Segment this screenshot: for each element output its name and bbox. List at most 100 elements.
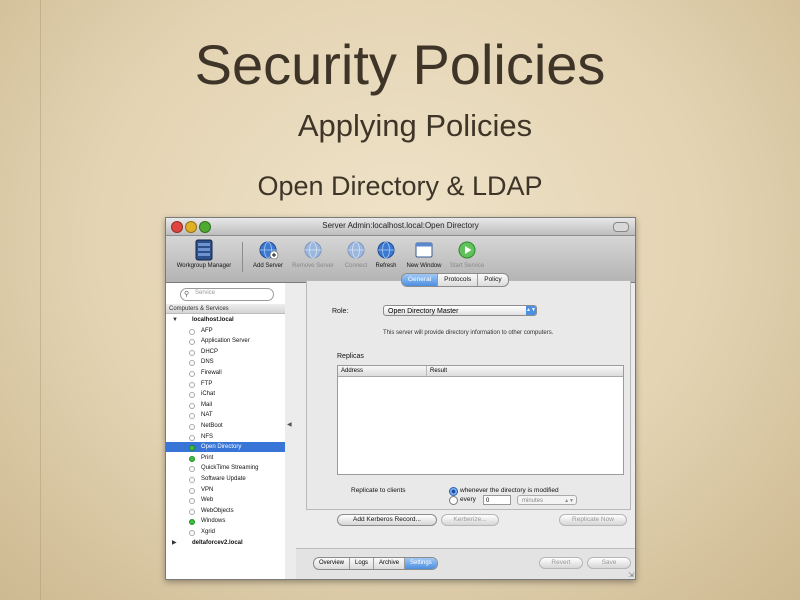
- sidebar-host-deltaforce[interactable]: ▶ deltaforcev2.local: [166, 538, 285, 548]
- service-label: Open Directory: [201, 444, 242, 451]
- sidebar-service-item[interactable]: WebObjects: [166, 506, 285, 516]
- sidebar-service-item[interactable]: Mail: [166, 400, 285, 410]
- service-status-icon: [189, 498, 195, 505]
- service-label: NAT: [201, 412, 213, 419]
- service-label: FTP: [201, 380, 213, 387]
- search-field[interactable]: ⚲ Service: [180, 288, 274, 301]
- add-kerberos-record-button[interactable]: Add Kerberos Record...: [337, 514, 437, 526]
- interval-unit-select[interactable]: minutes ▲▼: [517, 495, 577, 505]
- tab-settings[interactable]: Settings: [405, 558, 437, 569]
- sidebar-service-item[interactable]: Print: [166, 453, 285, 463]
- interval-unit-value: minutes: [522, 498, 544, 504]
- result-column-header[interactable]: Result: [426, 366, 447, 376]
- disclosure-triangle-icon[interactable]: ▶: [172, 538, 177, 548]
- sidebar-service-item[interactable]: FTP: [166, 379, 285, 389]
- workgroup-manager-label: Workgroup Manager: [176, 263, 232, 269]
- service-label: NFS: [201, 433, 213, 440]
- role-select[interactable]: Open Directory Master ▲▼: [383, 305, 537, 316]
- sidebar-service-item[interactable]: DHCP: [166, 347, 285, 357]
- pane-tabs: General Protocols Policy: [401, 273, 509, 287]
- host-label: localhost.local: [192, 317, 234, 323]
- minus-globe-icon: [304, 241, 322, 259]
- service-status-icon: [189, 339, 195, 346]
- service-status-icon: [189, 434, 195, 441]
- service-status-icon: [189, 402, 195, 409]
- service-status-icon: [189, 445, 195, 452]
- radio-whenever-modified[interactable]: [449, 487, 458, 496]
- radio-whenever-modified-label: whenever the directory is modified: [460, 487, 559, 494]
- bottom-bar: Overview Logs Archive Settings Revert Sa…: [296, 548, 635, 579]
- revert-button[interactable]: Revert: [539, 557, 583, 569]
- slide-title: Security Policies: [194, 33, 606, 96]
- service-status-icon: [189, 519, 195, 526]
- service-label: Windows: [201, 518, 226, 525]
- sidebar-service-item[interactable]: AFP: [166, 326, 285, 336]
- service-status-icon: [189, 349, 195, 356]
- slide-subtitle-2: Open Directory & LDAP: [257, 171, 543, 201]
- sidebar-service-item[interactable]: QuickTime Streaming: [166, 463, 285, 473]
- server-rack-icon: [195, 239, 213, 261]
- sidebar-service-item[interactable]: NetBoot: [166, 421, 285, 431]
- service-label: Firewall: [201, 370, 222, 376]
- sidebar-host-localhost[interactable]: ▼ localhost.local: [166, 315, 285, 325]
- sidebar: ⚲ Service Computers & Services ▼ localhos…: [166, 283, 286, 579]
- tab-protocols[interactable]: Protocols: [438, 274, 479, 286]
- sidebar-service-item[interactable]: Application Server: [166, 336, 285, 346]
- radio-every[interactable]: [449, 496, 458, 505]
- service-status-icon: [189, 477, 195, 483]
- tab-overview[interactable]: Overview: [314, 558, 351, 569]
- sidebar-splitter[interactable]: ◀: [285, 283, 295, 579]
- replicas-table-header: Address Result: [338, 366, 623, 377]
- service-status-icon: [189, 360, 195, 367]
- service-status-icon: [189, 392, 195, 399]
- service-label: iChat: [201, 391, 216, 398]
- sidebar-service-item[interactable]: Software Update: [166, 474, 285, 484]
- workgroup-manager-button[interactable]: Workgroup Manager: [174, 238, 234, 269]
- window-icon: [415, 242, 433, 258]
- toolbar-toggle-button[interactable]: [613, 222, 629, 232]
- service-label: Print: [201, 454, 214, 461]
- sidebar-header: Computers & Services: [166, 304, 285, 314]
- service-label: DNS: [201, 359, 214, 366]
- service-label: AFP: [201, 327, 213, 334]
- start-service-label: Start Service: [449, 263, 485, 269]
- service-label: Web: [201, 497, 214, 504]
- sidebar-service-item[interactable]: DNS: [166, 357, 285, 367]
- tab-archive[interactable]: Archive: [374, 558, 406, 569]
- search-placeholder: Service: [195, 290, 216, 296]
- radio-every-label: every: [460, 496, 476, 503]
- replicas-label: Replicas: [337, 353, 364, 360]
- save-button[interactable]: Save: [587, 557, 631, 569]
- resize-grip-icon[interactable]: ⇲: [628, 571, 634, 579]
- bottom-tabs: Overview Logs Archive Settings: [313, 557, 438, 570]
- sidebar-service-item[interactable]: iChat: [166, 389, 285, 399]
- sidebar-service-item[interactable]: NAT: [166, 410, 285, 420]
- every-interval-input[interactable]: 0: [483, 495, 511, 505]
- service-status-icon: [189, 455, 195, 462]
- tab-content-box: Role: Open Directory Master ▲▼ This serv…: [306, 280, 631, 526]
- sidebar-service-item[interactable]: Open Directory: [166, 442, 285, 453]
- sidebar-service-item[interactable]: Windows: [166, 516, 285, 526]
- tab-policy[interactable]: Policy: [478, 274, 507, 286]
- sidebar-service-item[interactable]: Web: [166, 495, 285, 505]
- replicas-table[interactable]: Address Result: [337, 365, 624, 475]
- start-service-button[interactable]: Start Service: [437, 238, 497, 269]
- service-label: WebObjects: [201, 507, 234, 514]
- service-status-icon: [189, 424, 195, 430]
- service-status-icon: [189, 487, 195, 494]
- address-column-header[interactable]: Address: [341, 366, 363, 376]
- window-titlebar[interactable]: Server Admin:localhost.local:Open Direct…: [166, 218, 635, 236]
- settings-pane: Role: Open Directory Master ▲▼ This serv…: [296, 270, 635, 579]
- service-label: Application Server: [201, 338, 250, 345]
- sidebar-service-item[interactable]: VPN: [166, 485, 285, 495]
- tab-general[interactable]: General: [402, 274, 439, 286]
- tab-logs[interactable]: Logs: [350, 558, 375, 569]
- sidebar-service-item[interactable]: NFS: [166, 432, 285, 442]
- replicate-now-button[interactable]: Replicate Now: [559, 514, 627, 526]
- kerberize-button[interactable]: Kerberize...: [441, 514, 499, 526]
- service-label: QuickTime Streaming: [201, 465, 259, 472]
- sidebar-service-item[interactable]: Firewall: [166, 368, 285, 378]
- sidebar-service-item[interactable]: Xgrid: [166, 527, 285, 537]
- chevron-updown-icon: ▲▼: [526, 306, 536, 315]
- disclosure-triangle-icon[interactable]: ▼: [172, 315, 178, 325]
